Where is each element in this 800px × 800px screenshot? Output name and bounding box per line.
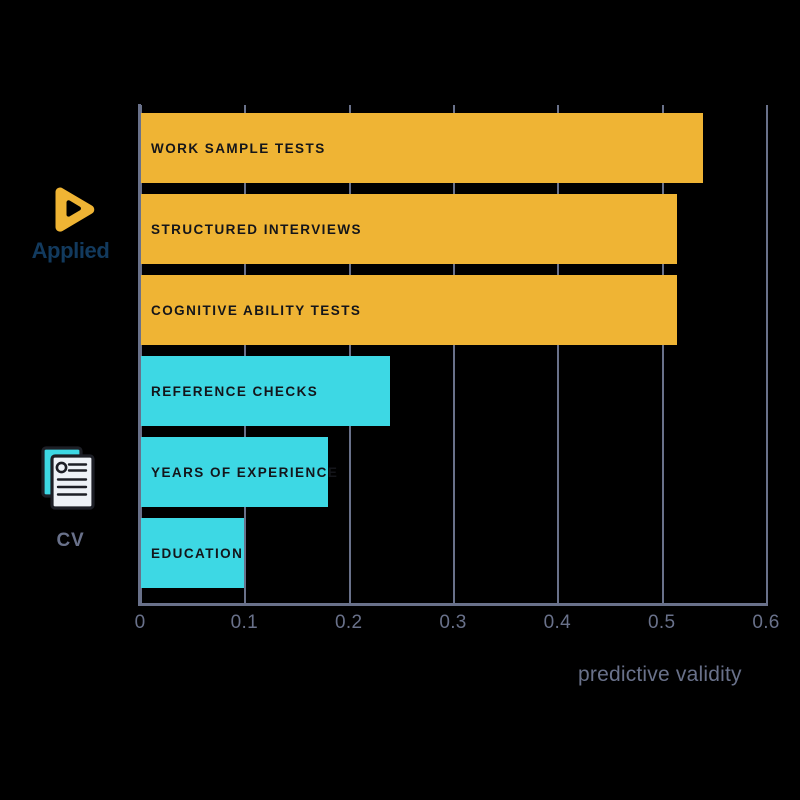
x-tick-label: 0 [134,612,146,633]
bar-education[interactable]: EDUCATION [140,518,245,588]
plot-area: WORK SAMPLE TESTS STRUCTURED INTERVIEWS … [140,105,768,605]
bar-label: COGNITIVE ABILITY TESTS [151,302,362,318]
bar-structured-interviews[interactable]: STRUCTURED INTERVIEWS [140,194,678,264]
x-tick-label: 0.1 [230,612,258,633]
chart-figure: WORK SAMPLE TESTS STRUCTURED INTERVIEWS … [0,0,800,800]
bar-label: YEARS OF EXPERIENCE [151,464,339,480]
y-axis-line [138,104,141,606]
bar-label: EDUCATION [151,545,244,561]
applied-play-logo-icon [55,187,94,232]
x-axis-line [140,603,768,606]
bar-work-sample-tests[interactable]: WORK SAMPLE TESTS [140,113,704,183]
x-tick-label: 0.4 [543,612,571,633]
x-axis-title: predictive validity [578,663,742,686]
x-tick-label: 0.2 [335,612,363,633]
legend-applied: Applied [18,186,123,264]
bar-label: WORK SAMPLE TESTS [151,140,326,156]
x-tick-label: 0.6 [752,612,780,633]
bar-cognitive-ability-tests[interactable]: COGNITIVE ABILITY TESTS [140,275,678,345]
x-tick-label: 0.3 [439,612,467,633]
cv-documents-icon [40,446,95,510]
gridline-0.6 [766,105,768,605]
x-tick-label: 0.5 [648,612,676,633]
bar-label: STRUCTURED INTERVIEWS [151,221,362,237]
legend-applied-label: Applied [31,238,110,263]
bar-reference-checks[interactable]: REFERENCE CHECKS [140,356,391,426]
legend-cv-label: CV [56,530,85,551]
bar-label: REFERENCE CHECKS [151,383,319,399]
legend-cv: CV [18,443,123,552]
bar-years-of-experience[interactable]: YEARS OF EXPERIENCE [140,437,337,507]
